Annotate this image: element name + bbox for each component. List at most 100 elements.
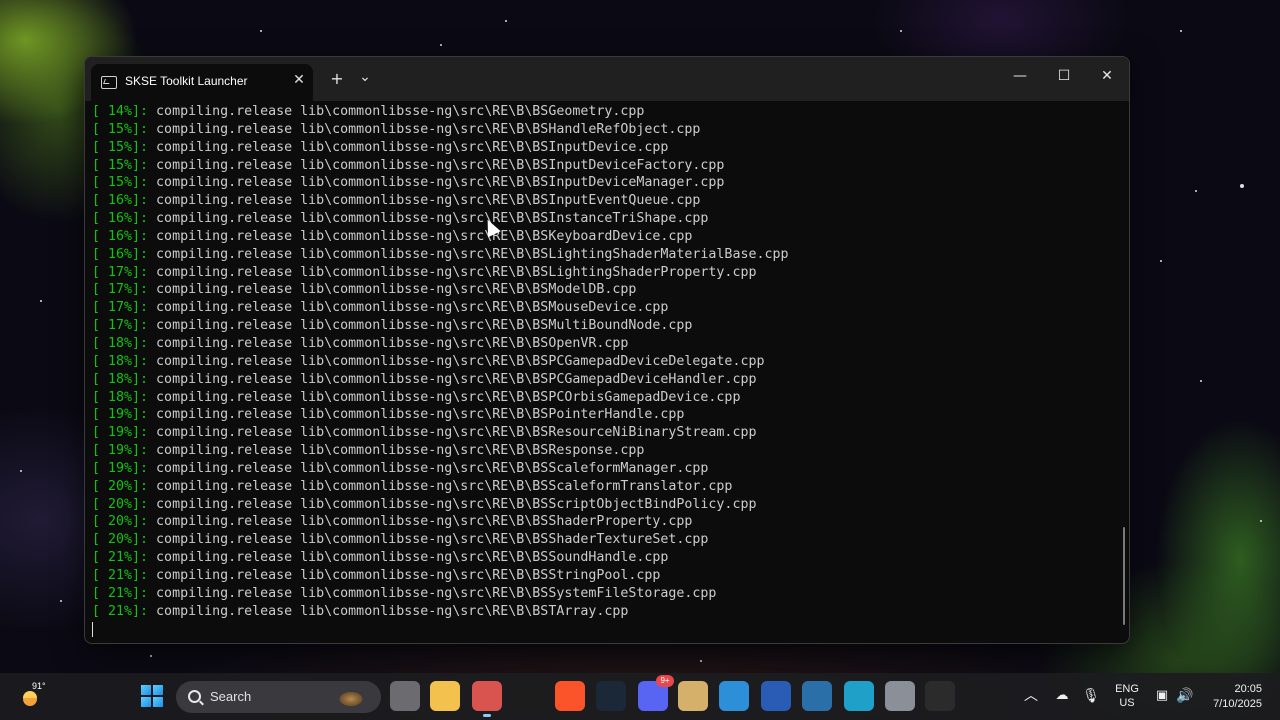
- maximize-button[interactable]: ☐: [1042, 57, 1086, 95]
- compile-message: compiling.release lib\commonlibsse-ng\sr…: [148, 104, 645, 119]
- cloud-off-icon[interactable]: ☁: [1052, 685, 1072, 707]
- progress-percent: [ 20%]:: [92, 496, 149, 512]
- terminal-line: [ 20%]: compiling.release lib\commonlibs…: [92, 531, 1129, 549]
- taskbar: 91° Search 9+ ︿ ☁ 🎙 ENG US ▣ 🔊 20:05 7/1…: [0, 673, 1280, 720]
- microphone-icon[interactable]: 🎙: [1082, 685, 1100, 707]
- powershell-icon[interactable]: [761, 681, 791, 711]
- terminal-line: [ 17%]: compiling.release lib\commonlibs…: [92, 299, 1129, 317]
- progress-percent: [ 18%]:: [92, 335, 149, 351]
- progress-percent: [ 18%]:: [92, 389, 149, 405]
- tab-skse-toolkit-launcher[interactable]: SKSE Toolkit Launcher ✕: [91, 64, 313, 101]
- compile-message: compiling.release lib\commonlibsse-ng\sr…: [148, 550, 669, 566]
- sandwich-app-icon[interactable]: [678, 681, 708, 711]
- terminal-line: [ 18%]: compiling.release lib\commonlibs…: [92, 353, 1129, 371]
- terminal-line: [ 20%]: compiling.release lib\commonlibs…: [92, 496, 1129, 514]
- progress-percent: [ 17%]:: [92, 300, 149, 316]
- file-explorer-icon[interactable]: [430, 681, 460, 711]
- terminal-line: [ 19%]: compiling.release lib\commonlibs…: [92, 442, 1129, 460]
- controller-app-icon[interactable]: [719, 681, 749, 711]
- compile-message: compiling.release lib\commonlibsse-ng\sr…: [148, 603, 629, 619]
- network-icon[interactable]: ▣: [1152, 685, 1172, 707]
- compile-message: compiling.release lib\commonlibsse-ng\sr…: [148, 211, 709, 227]
- compile-message: compiling.release lib\commonlibsse-ng\sr…: [148, 318, 693, 334]
- compile-message: compiling.release lib\commonlibsse-ng\sr…: [148, 371, 757, 387]
- progress-percent: [ 19%]:: [92, 443, 149, 459]
- star: [1200, 380, 1202, 382]
- task-view-icon[interactable]: [390, 681, 420, 711]
- compile-message: compiling.release lib\commonlibsse-ng\sr…: [148, 282, 637, 298]
- progress-percent: [ 20%]:: [92, 532, 149, 548]
- terminal-window[interactable]: SKSE Toolkit Launcher ✕ + ⌄ — ☐ ✕ [ 14%]…: [84, 56, 1130, 644]
- close-button[interactable]: ✕: [1085, 57, 1129, 95]
- terminal-line: [ 17%]: compiling.release lib\commonlibs…: [92, 264, 1129, 282]
- brave-icon[interactable]: [555, 681, 585, 711]
- scrollbar[interactable]: [1123, 527, 1125, 625]
- star: [1260, 520, 1262, 522]
- progress-percent: [ 17%]:: [92, 282, 149, 298]
- start-button[interactable]: [141, 685, 163, 707]
- terminal-icon[interactable]: [925, 681, 955, 711]
- compile-message: compiling.release lib\commonlibsse-ng\sr…: [148, 300, 669, 316]
- capcut-icon[interactable]: [513, 681, 543, 711]
- progress-percent: [ 16%]:: [92, 246, 149, 262]
- star: [20, 470, 22, 472]
- terminal-line: [ 18%]: compiling.release lib\commonlibs…: [92, 335, 1129, 353]
- steam-alt-icon[interactable]: [802, 681, 832, 711]
- terminal-tab-icon: [101, 76, 117, 89]
- clock[interactable]: 20:05 7/10/2025: [1196, 682, 1262, 712]
- star: [900, 30, 902, 32]
- star: [440, 44, 442, 46]
- prompt-line[interactable]: [92, 620, 1129, 638]
- weather-temp: 91°: [32, 681, 46, 691]
- progress-percent: [ 21%]:: [92, 585, 149, 601]
- tab-close-icon[interactable]: ✕: [289, 70, 309, 90]
- compile-message: compiling.release lib\commonlibsse-ng\sr…: [148, 496, 757, 512]
- language-indicator[interactable]: ENG US: [1112, 682, 1142, 710]
- progress-percent: [ 16%]:: [92, 211, 149, 227]
- progress-percent: [ 19%]:: [92, 425, 149, 441]
- progress-percent: [ 20%]:: [92, 514, 149, 530]
- terminal-line: [ 16%]: compiling.release lib\commonlibs…: [92, 192, 1129, 210]
- progress-percent: [ 16%]:: [92, 228, 149, 244]
- new-tab-button[interactable]: +: [327, 67, 347, 91]
- edge-icon[interactable]: [844, 681, 874, 711]
- compile-message: compiling.release lib\commonlibsse-ng\sr…: [148, 532, 709, 548]
- compile-message: compiling.release lib\commonlibsse-ng\sr…: [148, 585, 717, 601]
- chevron-up-icon[interactable]: ︿: [1022, 685, 1040, 707]
- terminal-line: [ 19%]: compiling.release lib\commonlibs…: [92, 460, 1129, 478]
- region-code: US: [1119, 697, 1135, 709]
- chevron-down-icon[interactable]: ⌄: [355, 67, 375, 91]
- progress-percent: [ 20%]:: [92, 478, 149, 494]
- title-bar[interactable]: SKSE Toolkit Launcher ✕ + ⌄ — ☐ ✕: [85, 57, 1129, 101]
- compile-message: compiling.release lib\commonlibsse-ng\sr…: [148, 175, 725, 191]
- terminal-line: [ 18%]: compiling.release lib\commonlibs…: [92, 371, 1129, 389]
- terminal-line: [ 16%]: compiling.release lib\commonlibs…: [92, 210, 1129, 228]
- compile-message: compiling.release lib\commonlibsse-ng\sr…: [148, 389, 741, 405]
- search-placeholder: Search: [210, 689, 252, 704]
- minimize-button[interactable]: —: [998, 57, 1042, 95]
- progress-percent: [ 15%]:: [92, 121, 149, 137]
- discord-icon[interactable]: 9+: [638, 675, 674, 711]
- compile-message: compiling.release lib\commonlibsse-ng\sr…: [148, 567, 661, 583]
- clock-date: 7/10/2025: [1213, 698, 1262, 710]
- compile-message: compiling.release lib\commonlibsse-ng\sr…: [148, 246, 789, 262]
- terminal-output[interactable]: [ 14%]: compiling.release lib\commonlibs…: [85, 101, 1129, 643]
- paint-icon[interactable]: [472, 681, 502, 717]
- progress-percent: [ 17%]:: [92, 318, 149, 334]
- compile-message: compiling.release lib\commonlibsse-ng\sr…: [148, 353, 765, 369]
- star: [1160, 260, 1162, 262]
- terminal-line: [ 21%]: compiling.release lib\commonlibs…: [92, 585, 1129, 603]
- terminal-line: [ 21%]: compiling.release lib\commonlibs…: [92, 603, 1129, 621]
- compile-message: compiling.release lib\commonlibsse-ng\sr…: [148, 425, 757, 441]
- terminal-line: [ 17%]: compiling.release lib\commonlibs…: [92, 317, 1129, 335]
- steam-icon[interactable]: [596, 681, 626, 711]
- compile-message: compiling.release lib\commonlibsse-ng\sr…: [148, 157, 725, 173]
- search-box[interactable]: Search: [176, 681, 381, 713]
- star: [40, 300, 42, 302]
- compile-message: compiling.release lib\commonlibsse-ng\sr…: [148, 228, 693, 244]
- progress-percent: [ 17%]:: [92, 264, 149, 280]
- settings-icon[interactable]: [885, 681, 915, 711]
- volume-icon[interactable]: 🔊: [1175, 685, 1195, 707]
- compile-message: compiling.release lib\commonlibsse-ng\sr…: [148, 443, 645, 459]
- progress-percent: [ 14%]:: [92, 104, 149, 119]
